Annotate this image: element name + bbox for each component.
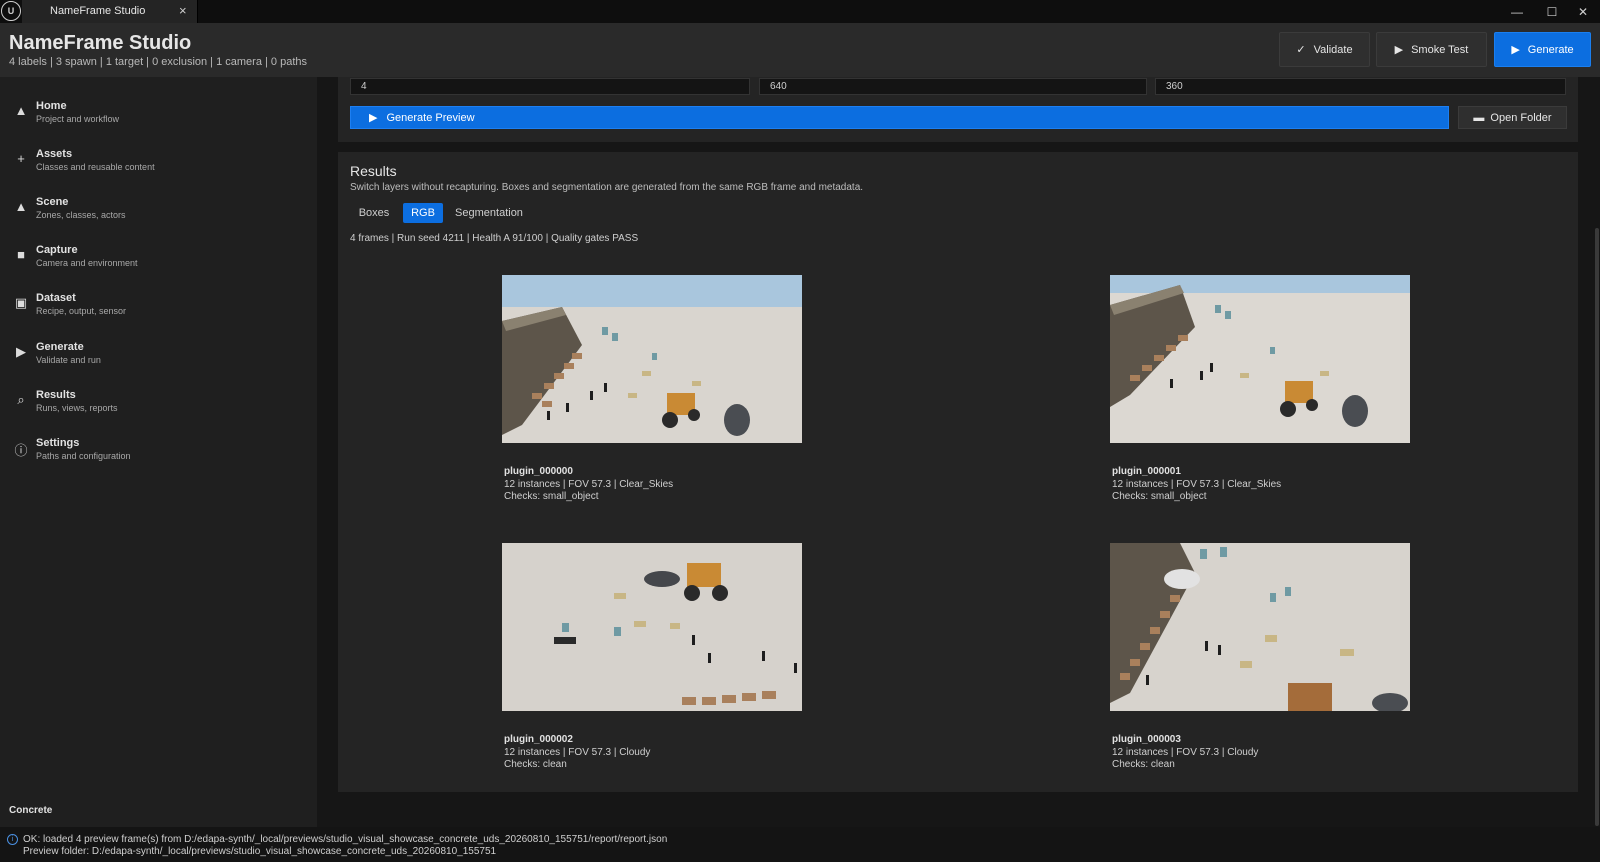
maximize-icon[interactable]: ☐ [1535,0,1569,23]
generate-preview-button[interactable]: ▶ Generate Preview [350,106,1449,129]
sidebar-item-capture[interactable]: ■ Capture Camera and environment [0,241,317,287]
frame-name: plugin_000001 [1112,466,1181,477]
frame-thumbnail [502,543,802,711]
play-icon: ▶ [1394,44,1404,56]
frame-checks: Checks: clean [1112,759,1175,770]
sidebar-item-dataset[interactable]: ▣ Dataset Recipe, output, sensor [0,289,317,335]
camera-icon: ■ [17,247,25,262]
results-panel: Results Switch layers without recapturin… [338,152,1578,792]
window-close-icon[interactable]: ✕ [1566,0,1600,23]
save-icon: ▣ [14,295,28,310]
frame-checks: Checks: small_object [1112,491,1207,502]
status-bar: i OK: loaded 4 preview frame(s) from D:/… [0,827,1600,862]
main-content: 4 640 360 ▶ Generate Preview ▬ Open Fold… [317,77,1600,827]
preview-config-panel: 4 640 360 ▶ Generate Preview ▬ Open Fold… [338,77,1578,142]
validate-button[interactable]: ✓ Validate [1279,32,1370,67]
sidebar: ▲ Home Project and workflow + Assets Cla… [0,77,317,827]
play-icon: ▶ [369,112,378,124]
plus-icon: + [17,151,25,166]
tab-segmentation[interactable]: Segmentation [450,203,528,223]
status-message: OK: loaded 4 preview frame(s) from D:/ed… [23,834,668,845]
open-folder-button[interactable]: ▬ Open Folder [1458,106,1567,129]
status-folder: Preview folder: D:/edapa-synth/_local/pr… [23,846,497,857]
scene-icon: ▲ [14,199,28,214]
tab-boxes[interactable]: Boxes [350,203,398,223]
scrollbar-thumb[interactable] [1595,228,1599,826]
page-title: NameFrame Studio [9,32,192,54]
frame-count-field[interactable]: 4 [350,78,750,95]
frame-card[interactable]: plugin_000001 12 instances | FOV 57.3 | … [1110,275,1410,502]
frame-checks: Checks: small_object [504,491,599,502]
frame-name: plugin_000003 [1112,734,1181,745]
results-title: Results [350,163,397,179]
frame-name: plugin_000002 [504,734,573,745]
sidebar-item-home[interactable]: ▲ Home Project and workflow [0,97,317,143]
material-label: Concrete [9,805,53,816]
smoke-test-button[interactable]: ▶ Smoke Test [1376,32,1487,67]
scene-stats: 4 labels | 3 spawn | 1 target | 0 exclus… [9,56,308,68]
frame-thumbnail [502,275,802,443]
frame-thumbnail [1110,275,1410,443]
frame-card[interactable]: plugin_000000 12 instances | FOV 57.3 | … [502,275,802,502]
frame-meta: 12 instances | FOV 57.3 | Cloudy [504,747,651,758]
frame-meta: 12 instances | FOV 57.3 | Clear_Skies [504,479,674,490]
play-icon: ▶ [1511,44,1520,56]
run-summary: 4 frames | Run seed 4211 | Health A 91/1… [350,233,639,244]
app-header: NameFrame Studio 4 labels | 3 spawn | 1 … [0,23,1600,77]
tab-close-icon[interactable]: × [179,3,187,18]
check-icon: ✓ [1296,44,1306,56]
title-bar: U NameFrame Studio × — ☐ ✕ [0,0,1600,23]
sidebar-item-settings[interactable]: ⓘ Settings Paths and configuration [0,434,317,480]
frame-card[interactable]: plugin_000002 12 instances | FOV 57.3 | … [502,543,802,770]
frame-thumbnail [1110,543,1410,711]
frame-name: plugin_000000 [504,466,573,477]
minimize-icon[interactable]: — [1500,0,1534,23]
search-icon: ⌕ [17,392,25,407]
sidebar-item-assets[interactable]: + Assets Classes and reusable content [0,145,317,191]
frame-meta: 12 instances | FOV 57.3 | Clear_Skies [1112,479,1282,490]
height-field[interactable]: 360 [1155,78,1566,95]
results-subtitle: Switch layers without recapturing. Boxes… [350,182,864,193]
sidebar-item-generate[interactable]: ▶ Generate Validate and run [0,338,317,384]
window-tab-title: NameFrame Studio [50,5,146,17]
sidebar-item-results[interactable]: ⌕ Results Runs, views, reports [0,386,317,432]
frame-meta: 12 instances | FOV 57.3 | Cloudy [1112,747,1259,758]
window-tab[interactable]: NameFrame Studio × [22,0,198,23]
home-icon: ▲ [14,103,28,118]
width-field[interactable]: 640 [759,78,1147,95]
info-icon: ⓘ [14,443,28,458]
info-icon: i [7,834,18,845]
tab-rgb[interactable]: RGB [403,203,443,223]
frame-checks: Checks: clean [504,759,567,770]
play-icon: ▶ [16,344,26,359]
unreal-logo-icon: U [1,1,21,21]
sidebar-item-scene[interactable]: ▲ Scene Zones, classes, actors [0,193,317,239]
frame-card[interactable]: plugin_000003 12 instances | FOV 57.3 | … [1110,543,1410,770]
folder-icon: ▬ [1473,111,1485,124]
generate-button[interactable]: ▶ Generate [1494,32,1591,67]
